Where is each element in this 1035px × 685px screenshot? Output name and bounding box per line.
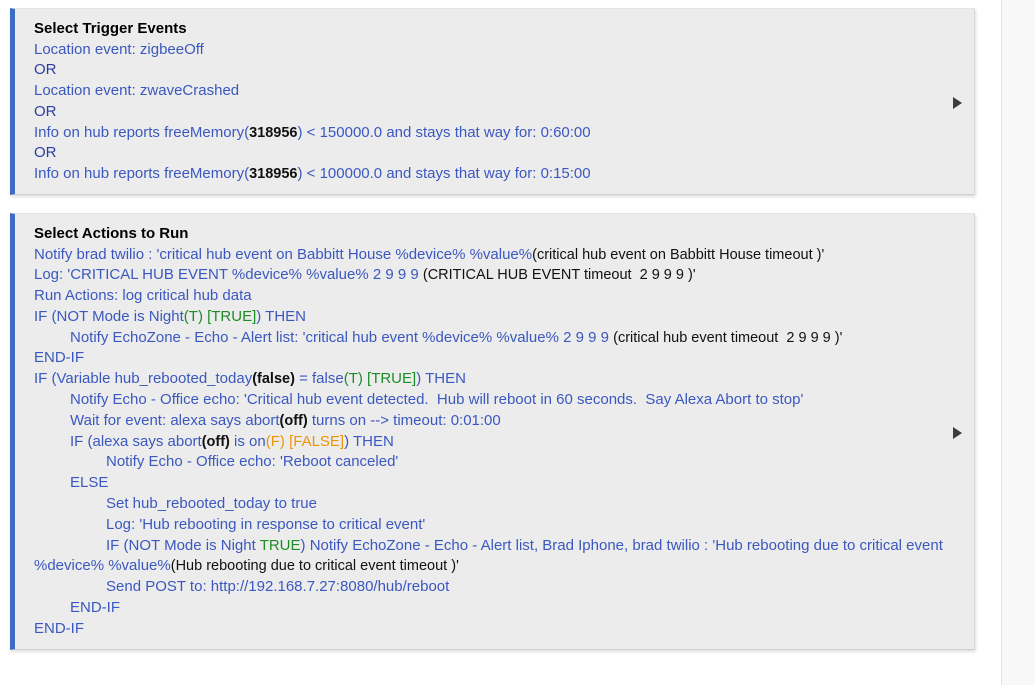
- actions-list: Notify brad twilio : 'critical hub event…: [34, 245, 944, 640]
- action-notify-reboot-canceled[interactable]: Notify Echo - Office echo: 'Reboot cance…: [34, 452, 944, 473]
- action-set-variable-true[interactable]: Set hub_rebooted_today to true: [34, 494, 944, 515]
- trigger-location-zwave-seg-0: Location event: zwaveCrashed: [34, 82, 240, 100]
- action-wait-for-event-seg-0: Wait for event: alexa says abort: [70, 411, 280, 429]
- action-end-if-3-seg-0: END-IF: [34, 619, 84, 637]
- action-if-alexa-abort-seg-3: (F) [FALSE]: [265, 432, 345, 450]
- action-if-alexa-abort-seg-4: ) THEN: [344, 432, 394, 450]
- action-log-critical[interactable]: Log: 'CRITICAL HUB EVENT %device% %value…: [34, 265, 944, 286]
- actions-panel-wrapper: Select Actions to Run Notify brad twilio…: [10, 213, 975, 650]
- trigger-location-zwave[interactable]: Location event: zwaveCrashed: [34, 81, 944, 102]
- action-end-if-2[interactable]: END-IF: [34, 598, 944, 619]
- action-if-not-night-2-seg-5: (Hub rebooting due to critical event tim…: [170, 558, 459, 575]
- trigger-events-panel[interactable]: Select Trigger Events Location event: zi…: [10, 8, 975, 196]
- action-if-not-night-seg-3: (T) [TRUE]: [183, 307, 257, 325]
- play-triangle-right-icon[interactable]: [953, 96, 962, 109]
- action-end-if-1-seg-0: END-IF: [34, 349, 84, 367]
- actions-panel[interactable]: Select Actions to Run Notify brad twilio…: [10, 213, 975, 650]
- action-if-not-night-2-seg-2: Mode is Night: [159, 536, 260, 554]
- trigger-events-title: Select Trigger Events: [34, 20, 187, 37]
- action-notify-echozone[interactable]: Notify EchoZone - Echo - Alert list: 'cr…: [34, 328, 944, 349]
- play-triangle-right-icon[interactable]: [953, 426, 962, 439]
- action-notify-reboot-canceled-seg-0: Notify Echo - Office echo: 'Reboot cance…: [106, 453, 399, 471]
- page-scrollbar-track[interactable]: [1001, 0, 1035, 685]
- action-send-post[interactable]: Send POST to: http://192.168.7.27:8080/h…: [34, 577, 944, 598]
- action-if-variable-rebooted-seg-3: (T) [TRUE]: [343, 370, 417, 388]
- action-if-not-night-2-seg-0: IF (: [106, 536, 129, 554]
- trigger-freememory-150000-seg-0: Info on hub reports freeMemory(: [34, 123, 250, 141]
- action-if-not-night-seg-0: IF (: [34, 307, 57, 325]
- action-else-seg-0: ELSE: [70, 474, 109, 492]
- action-if-variable-rebooted-seg-0: IF (Variable hub_rebooted_today: [34, 370, 253, 388]
- trigger-or-3-seg-0: OR: [34, 144, 57, 162]
- content-right-gutter: [989, 0, 1001, 685]
- trigger-freememory-150000-seg-4: that way for: 0:60:00: [450, 123, 591, 141]
- action-notify-office-echo-seg-0: Notify Echo - Office echo: 'Critical hub…: [70, 391, 804, 409]
- action-if-variable-rebooted-seg-1: (false): [252, 371, 295, 388]
- action-if-not-night-seg-2: Mode is Night: [87, 307, 184, 325]
- trigger-freememory-150000-seg-2: ) < 150000.0 and: [297, 123, 416, 141]
- action-wait-for-event-seg-2: turns on --> timeout: 0:01:00: [307, 411, 501, 429]
- action-send-post-seg-0: Send POST to: http://192.168.7.27:8080/h…: [106, 578, 450, 596]
- action-run-actions-seg-0: Run Actions: log critical hub data: [34, 287, 252, 305]
- action-end-if-2-seg-0: END-IF: [70, 599, 120, 617]
- action-if-not-night-seg-4: ) THEN: [256, 307, 307, 325]
- action-if-alexa-abort-seg-0: IF (alexa says abort: [70, 432, 202, 450]
- trigger-or-1[interactable]: OR: [34, 60, 944, 81]
- trigger-location-zigbee[interactable]: Location event: zigbeeOff: [34, 40, 944, 61]
- action-if-variable-rebooted-seg-2: = false: [294, 370, 344, 388]
- action-log-rebooting-seg-0: Log: 'Hub rebooting in response to criti…: [106, 515, 426, 533]
- action-if-not-night-2[interactable]: IF (NOT Mode is Night TRUE) Notify EchoZ…: [34, 536, 944, 578]
- action-if-alexa-abort-seg-2: is on: [229, 432, 266, 450]
- trigger-freememory-150000[interactable]: Info on hub reports freeMemory(318956) <…: [34, 123, 944, 144]
- action-wait-for-event-seg-1: (off): [279, 412, 308, 429]
- trigger-freememory-100000[interactable]: Info on hub reports freeMemory(318956) <…: [34, 164, 944, 185]
- trigger-or-1-seg-0: OR: [34, 61, 57, 79]
- action-notify-echozone-seg-0: Notify EchoZone - Echo - Alert list: 'cr…: [70, 328, 614, 346]
- trigger-or-3[interactable]: OR: [34, 143, 944, 164]
- trigger-freememory-100000-seg-3: stays: [415, 165, 451, 183]
- action-wait-for-event[interactable]: Wait for event: alexa says abort(off) tu…: [34, 411, 944, 432]
- action-if-variable-rebooted[interactable]: IF (Variable hub_rebooted_today(false) =…: [34, 369, 944, 390]
- actions-title: Select Actions to Run: [34, 225, 189, 242]
- action-if-variable-rebooted-seg-4: ) THEN: [416, 370, 466, 388]
- action-else[interactable]: ELSE: [34, 473, 944, 494]
- action-if-not-night-2-seg-3: TRUE: [259, 536, 301, 554]
- rule-editor-page: Select Trigger Events Location event: zi…: [0, 0, 1035, 685]
- action-end-if-1[interactable]: END-IF: [34, 348, 944, 369]
- action-if-not-night-seg-1: NOT: [56, 307, 88, 325]
- trigger-freememory-150000-seg-3: stays: [415, 123, 451, 141]
- action-run-actions[interactable]: Run Actions: log critical hub data: [34, 286, 944, 307]
- trigger-or-2[interactable]: OR: [34, 102, 944, 123]
- trigger-events-list: Location event: zigbeeOff OR Location even…: [34, 40, 944, 186]
- trigger-or-2-seg-0: OR: [34, 102, 57, 120]
- action-if-alexa-abort[interactable]: IF (alexa says abort(off) is on(F) [FALS…: [34, 432, 944, 453]
- trigger-freememory-100000-seg-4: that way for: 0:15:00: [450, 165, 591, 183]
- action-log-rebooting[interactable]: Log: 'Hub rebooting in response to criti…: [34, 515, 944, 536]
- action-notify-brad-twilio[interactable]: Notify brad twilio : 'critical hub event…: [34, 245, 944, 266]
- trigger-events-panel-wrapper: Select Trigger Events Location event: zi…: [10, 8, 975, 196]
- trigger-freememory-100000-seg-0: Info on hub reports freeMemory(: [34, 165, 250, 183]
- action-log-critical-seg-1: (CRITICAL HUB EVENT timeout 2 9 9 9 )': [422, 267, 696, 284]
- action-notify-brad-twilio-seg-1: (critical hub event on Babbitt House tim…: [532, 246, 825, 263]
- action-if-not-night[interactable]: IF (NOT Mode is Night(T) [TRUE]) THEN: [34, 307, 944, 328]
- action-notify-brad-twilio-seg-0: Notify brad twilio : 'critical hub event…: [34, 245, 533, 263]
- action-notify-echozone-seg-1: (critical hub event timeout 2 9 9 9 )': [613, 329, 843, 346]
- action-if-alexa-abort-seg-1: (off): [201, 433, 230, 450]
- action-set-variable-true-seg-0: Set hub_rebooted_today to true: [106, 495, 317, 513]
- trigger-freememory-100000-seg-2: ) < 100000.0 and: [297, 165, 416, 183]
- action-log-critical-seg-0: Log: 'CRITICAL HUB EVENT %device% %value…: [34, 266, 423, 284]
- action-end-if-3[interactable]: END-IF: [34, 619, 944, 640]
- action-if-not-night-2-seg-1: NOT: [128, 536, 160, 554]
- trigger-freememory-150000-seg-1: 318956: [249, 124, 298, 141]
- trigger-freememory-100000-seg-1: 318956: [249, 166, 298, 183]
- action-notify-office-echo[interactable]: Notify Echo - Office echo: 'Critical hub…: [34, 390, 944, 411]
- trigger-location-zigbee-seg-0: Location event: zigbeeOff: [34, 40, 204, 58]
